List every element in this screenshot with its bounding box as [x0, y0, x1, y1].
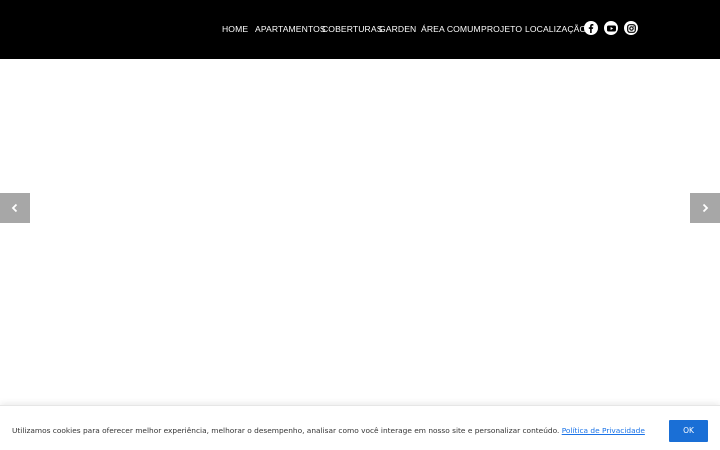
- facebook-link[interactable]: [584, 21, 598, 35]
- nav-item-area-comum[interactable]: ÁREA COMUM: [421, 22, 481, 36]
- cookie-banner: Utilizamos cookies para oferecer melhor …: [0, 405, 720, 450]
- youtube-link[interactable]: [604, 21, 618, 35]
- chevron-left-icon: [11, 203, 18, 213]
- instagram-icon: [626, 23, 636, 33]
- youtube-icon: [606, 25, 616, 31]
- nav-item-apartamentos[interactable]: APARTAMENTOS: [255, 22, 326, 36]
- instagram-link[interactable]: [624, 21, 638, 35]
- slider-next-button[interactable]: [690, 193, 720, 223]
- facebook-icon: [588, 23, 594, 33]
- nav-item-coberturas[interactable]: COBERTURAS: [322, 22, 383, 36]
- cookie-message: Utilizamos cookies para oferecer melhor …: [12, 426, 645, 436]
- privacy-policy-link[interactable]: Política de Privacidade: [562, 426, 645, 435]
- hero-slider: [0, 59, 720, 405]
- slider-prev-button[interactable]: [0, 193, 30, 223]
- cookie-text: Utilizamos cookies para oferecer melhor …: [12, 426, 560, 435]
- site-header: HOME APARTAMENTOS COBERTURAS GARDEN ÁREA…: [0, 0, 720, 59]
- nav-item-garden[interactable]: GARDEN: [379, 22, 416, 36]
- nav-item-projeto[interactable]: PROJETO: [481, 22, 522, 36]
- nav-item-home[interactable]: HOME: [222, 22, 248, 36]
- nav-item-localizacao[interactable]: LOCALIZAÇÃO: [525, 22, 586, 36]
- chevron-right-icon: [702, 203, 709, 213]
- cookie-ok-button[interactable]: OK: [669, 420, 708, 442]
